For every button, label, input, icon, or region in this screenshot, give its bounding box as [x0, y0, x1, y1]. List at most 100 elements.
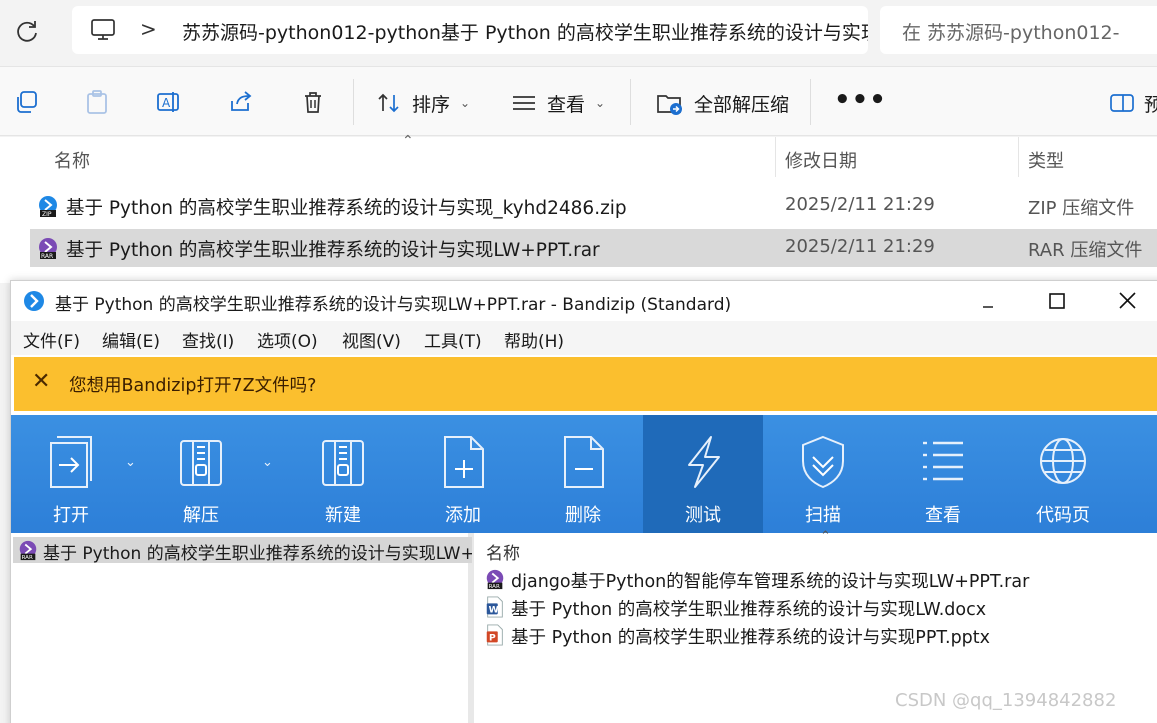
search-input[interactable]: 在 苏苏源码-python012- [880, 6, 1157, 54]
title-bar[interactable]: 基于 Python 的高校学生职业推荐系统的设计与实现LW+PPT.rar - … [11, 281, 1157, 321]
screen: > 苏苏源码-python012-python基于 Python 的高校学生职业… [0, 0, 1157, 723]
view-list-icon [923, 441, 963, 481]
extract-dropdown-icon[interactable]: ⌄ [262, 455, 273, 470]
column-header-date[interactable]: 修改日期 [785, 147, 857, 173]
menu-help[interactable]: 帮助(H) [504, 327, 564, 352]
extract-icon [180, 440, 222, 486]
more-options-icon[interactable]: ••• [834, 85, 887, 115]
maximize-icon[interactable] [1042, 287, 1072, 315]
bandizip-logo-icon [24, 291, 44, 311]
column-divider[interactable] [775, 137, 776, 177]
menu-bar: 文件(F) 编辑(E) 查找(I) 选项(O) 视图(V) 工具(T) 帮助(H… [11, 321, 1157, 355]
file-type: ZIP 压缩文件 [1028, 198, 1135, 219]
toolbar-new-button[interactable]: 新建 [283, 415, 403, 533]
menu-tools[interactable]: 工具(T) [424, 327, 482, 352]
open-icon [50, 436, 92, 488]
toolbar-add-button[interactable]: 添加 [403, 415, 523, 533]
open-dropdown-icon[interactable]: ⌄ [125, 455, 136, 470]
breadcrumb[interactable]: > 苏苏源码-python012-python基于 Python 的高校学生职业… [72, 6, 868, 54]
paste-icon[interactable] [84, 89, 110, 115]
toolbar-label: 解压 [183, 505, 219, 526]
column-header-name[interactable]: 名称 [54, 147, 90, 173]
svg-text:RAR: RAR [41, 253, 53, 260]
tree-item-label: 基于 Python 的高校学生职业推荐系统的设计与实现LW+PPT.rar [43, 544, 472, 563]
extract-all-icon [657, 95, 682, 115]
explorer-address-bar: > 苏苏源码-python012-python基于 Python 的高校学生职业… [0, 0, 1157, 66]
toolbar-label: 添加 [445, 505, 481, 526]
toolbar-extract-button[interactable]: 解压 [141, 415, 261, 533]
file-type: RAR 压缩文件 [1028, 240, 1143, 261]
delete-icon[interactable] [300, 89, 326, 115]
menu-edit[interactable]: 编辑(E) [102, 327, 160, 352]
preview-pane-button[interactable]: 预 [1110, 89, 1157, 117]
extract-all-button[interactable]: 全部解压缩 [656, 89, 789, 117]
sort-icon [378, 93, 399, 113]
file-row[interactable]: ZIP 基于 Python 的高校学生职业推荐系统的设计与实现_kyhd2486… [30, 187, 1157, 225]
svg-text:RAR: RAR [22, 555, 33, 561]
toolbar-label: 删除 [565, 505, 601, 526]
menu-view[interactable]: 视图(V) [342, 327, 401, 352]
divider [353, 79, 354, 125]
new-archive-icon [322, 440, 364, 486]
chevron-right-icon[interactable]: > [140, 17, 157, 41]
svg-text:P: P [489, 633, 496, 644]
view-label: 查看 [547, 93, 586, 116]
toolbar: 打开 ⌄ 解压 ⌄ 新建 添加 删除 测试 扫描 查看 代码页 [11, 415, 1157, 533]
chevron-down-icon: ⌄ [460, 96, 471, 110]
toolbar-label: 新建 [325, 505, 361, 526]
sort-label: 排序 [412, 93, 451, 116]
toolbar-view-button[interactable]: 查看 [883, 415, 1003, 533]
column-divider[interactable] [1018, 137, 1019, 177]
menu-file[interactable]: 文件(F) [23, 327, 80, 352]
refresh-icon[interactable] [14, 18, 40, 44]
toolbar-delete-button[interactable]: 删除 [523, 415, 643, 533]
file-date: 2025/2/11 21:29 [785, 194, 935, 215]
breadcrumb-path[interactable]: 苏苏源码-python012-python基于 Python 的高校学生职业推荐… [182, 18, 868, 45]
column-header-type[interactable]: 类型 [1028, 147, 1064, 173]
window-title: 基于 Python 的高校学生职业推荐系统的设计与实现LW+PPT.rar - … [55, 295, 732, 315]
scan-shield-icon [802, 435, 844, 489]
notice-message[interactable]: 您想用Bandizip打开7Z文件吗? [69, 372, 316, 397]
toolbar-label: 测试 [685, 505, 721, 526]
svg-text:W: W [489, 605, 499, 616]
delete-file-icon [564, 436, 604, 488]
extract-all-label: 全部解压缩 [694, 93, 790, 116]
toolbar-open-button[interactable]: 打开 [11, 415, 131, 533]
notification-bar: ✕ 您想用Bandizip打开7Z文件吗? [14, 357, 1157, 411]
toolbar-label: 打开 [53, 505, 89, 526]
file-date: 2025/2/11 21:29 [785, 236, 935, 257]
rar-archive-icon: RAR [486, 569, 504, 590]
file-name: 基于 Python 的高校学生职业推荐系统的设计与实现LW+PPT.rar [66, 240, 600, 261]
test-icon [688, 436, 720, 488]
entry-name: 基于 Python 的高校学生职业推荐系统的设计与实现LW.docx [511, 600, 987, 620]
close-icon[interactable] [1113, 287, 1143, 315]
column-header-name[interactable]: 名称 [486, 539, 520, 564]
chevron-down-icon: ⌄ [595, 96, 606, 110]
toolbar-codepage-button[interactable]: 代码页 [1003, 415, 1123, 533]
copy-icon[interactable] [14, 89, 40, 115]
toolbar-label: 查看 [925, 505, 961, 526]
tree-item-archive[interactable]: RAR 基于 Python 的高校学生职业推荐系统的设计与实现LW+PPT.ra… [13, 537, 472, 563]
divider [630, 79, 631, 125]
rename-icon[interactable]: A [156, 89, 182, 115]
view-button[interactable]: 查看 ⌄ [511, 89, 605, 117]
divider [810, 79, 811, 125]
folder-tree-pane: RAR 基于 Python 的高校学生职业推荐系统的设计与实现LW+PPT.ra… [11, 533, 474, 723]
bandizip-window: 基于 Python 的高校学生职业推荐系统的设计与实现LW+PPT.rar - … [10, 280, 1157, 723]
menu-find[interactable]: 查找(I) [182, 327, 234, 352]
menu-options[interactable]: 选项(O) [257, 327, 318, 352]
dismiss-notice-icon[interactable]: ✕ [32, 369, 50, 394]
toolbar-test-button[interactable]: 测试 [643, 415, 763, 533]
share-icon[interactable] [228, 89, 254, 115]
sort-button[interactable]: 排序 ⌄ [376, 89, 470, 117]
view-icon [513, 96, 535, 110]
toolbar-label: 代码页 [1036, 505, 1090, 526]
toolbar-scan-button[interactable]: 扫描 [763, 415, 883, 533]
file-row-selected[interactable]: RAR 基于 Python 的高校学生职业推荐系统的设计与实现LW+PPT.ra… [30, 229, 1157, 267]
svg-text:RAR: RAR [489, 584, 500, 590]
search-placeholder: 在 苏苏源码-python012- [902, 22, 1120, 44]
toolbar-label: 扫描 [805, 505, 841, 526]
powerpoint-icon: P [486, 624, 503, 646]
sort-caret-icon: ⌃ [402, 133, 414, 149]
minimize-icon[interactable] [973, 287, 1003, 315]
